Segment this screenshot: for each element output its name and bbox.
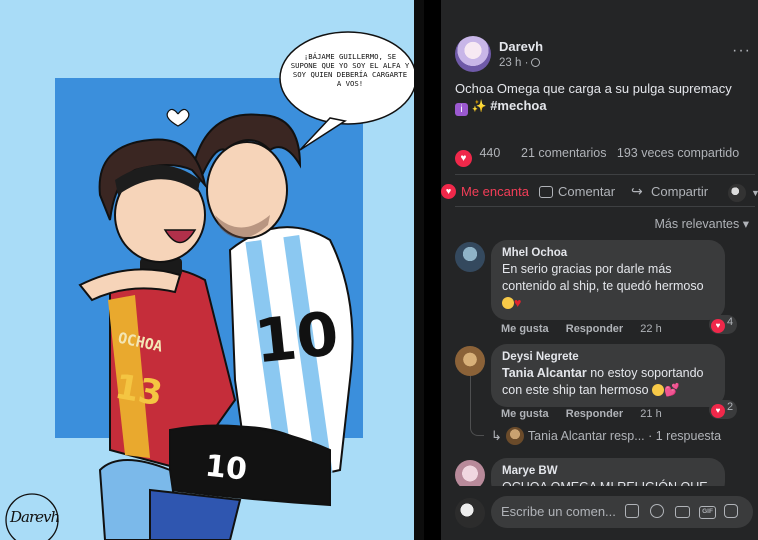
- commenter-name[interactable]: Mhel Ochoa: [502, 247, 714, 259]
- comment-reaction-count: 2: [727, 401, 734, 413]
- comment-text: Tania Alcantar no estoy soportando con e…: [502, 365, 714, 399]
- svg-text:13: 13: [112, 367, 166, 415]
- comment-composer: GIF: [441, 486, 758, 540]
- current-user-avatar: [455, 498, 485, 528]
- user-avatar-icon: [728, 184, 746, 202]
- post-detail-panel: Darevh 23 h · ··· Ochoa Omega que carga …: [441, 0, 758, 540]
- avatar-sticker-icon[interactable]: [625, 504, 639, 518]
- post-timestamp[interactable]: 23 h ·: [499, 57, 541, 69]
- reactions-count[interactable]: 440: [479, 146, 500, 160]
- post-caption: Ochoa Omega que carga a su pulga suprema…: [455, 80, 755, 116]
- smiling-face-emoji-icon: [652, 384, 665, 396]
- divider: [455, 174, 755, 175]
- post-header: Darevh 23 h · ···: [455, 36, 755, 76]
- comment-time: 22 h: [640, 323, 662, 335]
- reply-comment-button[interactable]: Responder: [566, 323, 623, 335]
- like-comment-button[interactable]: Me gusta: [501, 408, 549, 420]
- svg-text:10: 10: [251, 299, 341, 377]
- post-time-text[interactable]: 23 h ·: [499, 57, 528, 69]
- heart-icon: ♥: [711, 404, 725, 418]
- commenter-name[interactable]: Deysi Negrete: [502, 351, 714, 363]
- commenter-name[interactable]: Marye BW: [502, 465, 714, 477]
- speech-bubble-text: ¡BÁJAME GUILLERMO, SE SUPONE QUE YO SOY …: [290, 52, 410, 88]
- hashtag-link[interactable]: #mechoa: [490, 98, 546, 113]
- heart-icon: ♥: [441, 184, 456, 199]
- commenter-avatar[interactable]: [455, 346, 485, 376]
- crying-face-emoji-icon: [502, 297, 514, 309]
- share-button[interactable]: ↪ Compartir: [631, 183, 709, 200]
- comment-input-box[interactable]: GIF: [491, 496, 753, 528]
- comment-input[interactable]: [501, 504, 621, 519]
- post-image[interactable]: 10 OCHOA 13 10 ¡BÁJAME GUILLERMO, SE SUP…: [0, 0, 424, 540]
- comment-button-label: Comentar: [558, 184, 616, 199]
- heart-icon: ♥: [711, 319, 725, 333]
- post-caption-text: Ochoa Omega que carga a su pulga suprema…: [455, 81, 732, 96]
- view-replies-link[interactable]: ↳ Tania Alcantar resp... · 1 respuesta: [491, 427, 721, 445]
- love-button[interactable]: ♥ Me encanta: [441, 184, 529, 199]
- love-reaction-icon[interactable]: ♥: [455, 150, 472, 167]
- red-heart-emoji-icon: ♥: [514, 296, 522, 310]
- view-replies-label: Tania Alcantar resp... · 1 respuesta: [527, 429, 722, 443]
- shares-count[interactable]: 193 veces compartido: [617, 146, 739, 160]
- like-comment-button[interactable]: Me gusta: [501, 323, 549, 335]
- comment-bubble: Mhel Ochoa En serio gracias por darle má…: [491, 240, 725, 320]
- artist-signature: Darevh: [10, 508, 60, 526]
- comment-bubble: Deysi Negrete Tania Alcantar no estoy so…: [491, 344, 725, 407]
- svg-text:10: 10: [203, 448, 248, 487]
- divider: [455, 206, 755, 207]
- love-button-label: Me encanta: [461, 184, 529, 199]
- reply-arrow-icon: ↳: [491, 428, 502, 443]
- comment-reactions[interactable]: ♥ 4: [709, 315, 738, 334]
- camera-icon[interactable]: [675, 506, 690, 518]
- more-options-button[interactable]: ···: [732, 42, 751, 60]
- caret-down-icon: ▼: [751, 188, 758, 198]
- comment-reactions[interactable]: ♥ 2: [709, 400, 738, 419]
- post-stats: ♥ 440 21 comentarios 193 veces compartid…: [455, 146, 755, 167]
- comment-meta: Me gusta Responder 21 h: [501, 408, 676, 420]
- commenter-avatar[interactable]: [455, 242, 485, 272]
- post-actions-bar: ♥ Me encanta Comentar ↪ Compartir ▼: [441, 181, 758, 203]
- comment-sort-dropdown[interactable]: Más relevantes ▾: [654, 216, 749, 231]
- mention-link[interactable]: Tania Alcantar: [502, 366, 587, 380]
- comment-reaction-count: 4: [727, 316, 734, 328]
- comment-item: Mhel Ochoa En serio gracias por darle má…: [455, 240, 755, 340]
- comment-icon: [539, 185, 553, 198]
- emoji-icon[interactable]: [650, 504, 664, 518]
- info-emoji-icon: i: [455, 103, 468, 116]
- reply-comment-button[interactable]: Responder: [566, 408, 623, 420]
- sticker-icon[interactable]: [724, 504, 738, 518]
- comments-count[interactable]: 21 comentarios: [521, 146, 606, 160]
- author-name[interactable]: Darevh: [499, 39, 543, 54]
- replier-avatar: [505, 427, 524, 445]
- reply-thread-line: [470, 376, 484, 436]
- comment-time: 21 h: [640, 408, 662, 420]
- share-icon: ↪: [631, 183, 643, 199]
- comment-text-body: En serio gracias por darle más contenido…: [502, 262, 704, 293]
- share-button-label: Compartir: [651, 184, 709, 199]
- author-avatar[interactable]: [455, 36, 491, 72]
- globe-icon: [531, 58, 541, 67]
- comment-text: En serio gracias por darle más contenido…: [502, 261, 714, 312]
- react-as-selector[interactable]: ▼: [728, 184, 758, 202]
- two-hearts-emoji-icon: 💕: [664, 383, 680, 397]
- gif-icon[interactable]: GIF: [699, 506, 716, 519]
- comment-item: Deysi Negrete Tania Alcantar no estoy so…: [455, 344, 755, 424]
- sparkles-emoji-icon: ✨: [471, 99, 487, 113]
- comment-meta: Me gusta Responder 22 h: [501, 323, 676, 335]
